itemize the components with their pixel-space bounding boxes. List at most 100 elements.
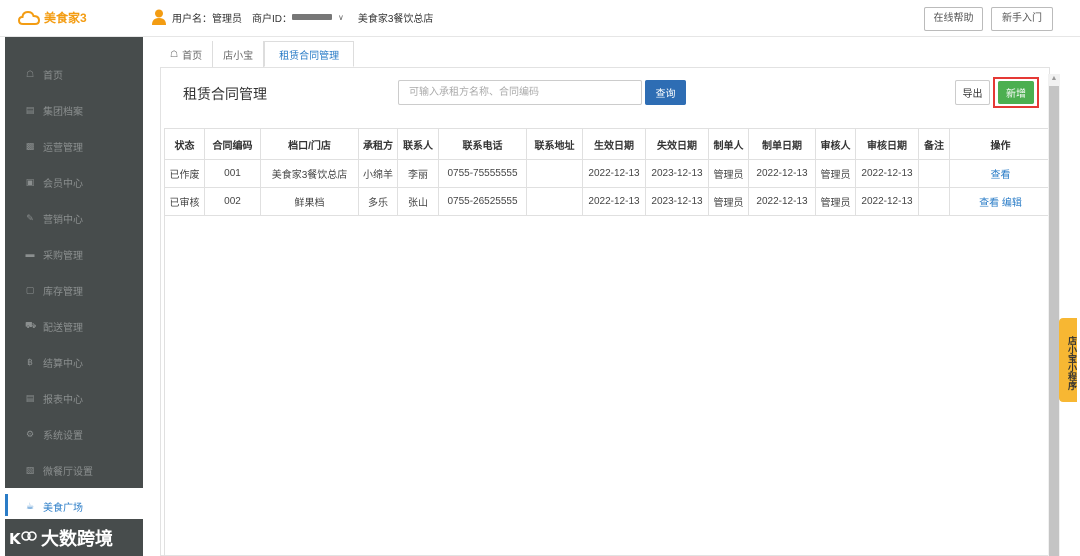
- sidebar-item-label: 首页: [43, 70, 63, 82]
- cell-creator: 管理员: [708, 187, 749, 216]
- sidebar-item-label: 微餐厅设置: [43, 466, 93, 478]
- store-name[interactable]: 美食家3餐饮总店: [358, 10, 434, 25]
- tab-label: 租赁合同管理: [279, 50, 340, 62]
- sidebar-item-reports[interactable]: ▤ 报表中心: [5, 380, 143, 416]
- scrollbar-thumb[interactable]: [1049, 86, 1059, 556]
- top-bar: 美食家3 用户名： 管理员 商户ID： ∨ 美食家3餐饮总店 在线帮助 新手入门: [0, 0, 1080, 37]
- column-header: 状态: [164, 128, 205, 160]
- cell-created-date: 2022-12-13: [748, 159, 816, 188]
- cell-lessee: 多乐: [358, 187, 398, 216]
- sidebar-item-label: 配送管理: [43, 322, 83, 334]
- page-title: 租赁合同管理: [183, 86, 267, 102]
- cell-end-date: 2023-12-13: [645, 159, 709, 188]
- cell-store: 美食家3餐饮总店: [260, 159, 359, 188]
- watermark-logo-icon: K: [9, 530, 37, 548]
- sidebar-item-purchasing[interactable]: ▬ 采购管理: [5, 236, 143, 272]
- username-value: 管理员: [212, 13, 242, 25]
- svg-text:K: K: [9, 530, 22, 548]
- sidebar-item-micro-restaurant[interactable]: ▧ 微餐厅设置: [5, 452, 143, 488]
- tab-store[interactable]: 店小宝: [213, 41, 265, 67]
- column-header: 操作: [949, 128, 1052, 160]
- column-header: 制单人: [708, 128, 749, 160]
- merchant-id-label: 商户ID：: [252, 13, 292, 25]
- sidebar-item-settlement[interactable]: ฿ 结算中心: [5, 344, 143, 380]
- user-avatar-icon: [152, 9, 166, 25]
- sidebar-item-marketing[interactable]: ✎ 营销中心: [5, 200, 143, 236]
- home-icon: ☖: [170, 48, 179, 59]
- beginner-guide-button[interactable]: 新手入门: [991, 7, 1053, 31]
- cell-remark: [918, 187, 950, 216]
- edit-icon: ✎: [26, 212, 34, 223]
- edit-link[interactable]: 编辑: [1002, 198, 1022, 209]
- mini-program-float-tab[interactable]: 店小宝小程序: [1059, 318, 1077, 402]
- sidebar-item-label: 系统设置: [43, 430, 83, 442]
- cart-icon: ▬: [25, 249, 35, 259]
- sidebar-item-system-settings[interactable]: ⚙ 系统设置: [5, 416, 143, 452]
- chevron-down-icon[interactable]: ∨: [338, 13, 344, 22]
- watermark-text: 大数跨境: [41, 528, 113, 549]
- cell-audited-date: 2022-12-13: [855, 159, 919, 188]
- view-link[interactable]: 查看: [979, 198, 999, 209]
- scroll-up-arrow-icon[interactable]: ▲: [1048, 74, 1060, 84]
- cell-creator: 管理员: [708, 159, 749, 188]
- cell-address: [526, 159, 583, 188]
- sidebar-item-inventory[interactable]: ▢ 库存管理: [5, 272, 143, 308]
- sidebar-item-group-archive[interactable]: ▤ 集团档案: [5, 92, 143, 128]
- box-icon: ▢: [25, 284, 35, 295]
- column-header: 审核日期: [855, 128, 919, 160]
- cell-status: 已作废: [164, 159, 205, 188]
- sidebar-item-label: 库存管理: [43, 286, 83, 298]
- gear-icon: ⚙: [25, 428, 35, 439]
- currency-icon: ฿: [27, 356, 33, 367]
- online-help-button[interactable]: 在线帮助: [924, 7, 983, 31]
- tab-home[interactable]: ☖ 首页: [160, 41, 214, 67]
- tab-label: 店小宝: [223, 50, 254, 62]
- sidebar-item-home[interactable]: ☖ 首页: [5, 56, 143, 92]
- cell-status: 已审核: [164, 187, 205, 216]
- app-logo[interactable]: 美食家3: [18, 9, 87, 26]
- table-empty-area: [164, 215, 1051, 556]
- main-panel: 租赁合同管理 查询 导出 新增 状态 合同编码 档口/门店 承租方 联系人 联系…: [160, 67, 1052, 556]
- cell-contract-code: 001: [204, 159, 261, 188]
- sidebar-item-label: 运营管理: [43, 142, 83, 154]
- export-button[interactable]: 导出: [955, 80, 990, 105]
- table-header-row: 状态 合同编码 档口/门店 承租方 联系人 联系电话 联系地址 生效日期 失效日…: [164, 128, 1052, 160]
- cell-lessee: 小绵羊: [358, 159, 398, 188]
- search-input[interactable]: [398, 80, 642, 105]
- cell-audited-date: 2022-12-13: [855, 187, 919, 216]
- sidebar-item-operations[interactable]: ▩ 运营管理: [5, 128, 143, 164]
- cell-store: 鲜果档: [260, 187, 359, 216]
- column-header: 合同编码: [204, 128, 261, 160]
- cell-remark: [918, 159, 950, 188]
- cell-end-date: 2023-12-13: [645, 187, 709, 216]
- vertical-scrollbar[interactable]: ▲: [1048, 74, 1060, 556]
- column-header: 联系电话: [438, 128, 527, 160]
- query-button[interactable]: 查询: [645, 80, 686, 105]
- home-icon: ☖: [25, 68, 35, 79]
- sidebar-item-delivery[interactable]: ⛟ 配送管理: [5, 308, 143, 344]
- file-icon: ▤: [25, 104, 35, 115]
- cell-contract-code: 002: [204, 187, 261, 216]
- cell-contact: 张山: [397, 187, 439, 216]
- username-label: 用户名：: [172, 13, 212, 25]
- column-header: 制单日期: [748, 128, 816, 160]
- sidebar-item-label: 采购管理: [43, 250, 83, 262]
- cloud-logo-icon: [18, 10, 40, 25]
- add-new-button[interactable]: 新增: [998, 81, 1034, 104]
- tab-label: 首页: [182, 50, 203, 62]
- tab-lease-contract[interactable]: 租赁合同管理: [264, 41, 355, 67]
- cell-phone: 0755-26525555: [438, 187, 527, 216]
- cell-created-date: 2022-12-13: [748, 187, 816, 216]
- table-row: 已作废 001 美食家3餐饮总店 小绵羊 李丽 0755-75555555 20…: [164, 159, 1052, 188]
- sidebar-item-members[interactable]: ▣ 会员中心: [5, 164, 143, 200]
- cell-start-date: 2022-12-13: [582, 187, 646, 216]
- report-icon: ▤: [25, 392, 35, 403]
- cell-auditor: 管理员: [815, 159, 856, 188]
- contract-table: 状态 合同编码 档口/门店 承租方 联系人 联系电话 联系地址 生效日期 失效日…: [164, 128, 1052, 216]
- card-icon: ▣: [25, 176, 35, 187]
- user-info: 用户名： 管理员 商户ID： ∨ 美食家3餐饮总店: [152, 9, 433, 25]
- view-link[interactable]: 查看: [991, 170, 1011, 181]
- column-header: 生效日期: [582, 128, 646, 160]
- logo-text: 美食家3: [44, 11, 87, 25]
- chart-icon: ▩: [25, 140, 35, 151]
